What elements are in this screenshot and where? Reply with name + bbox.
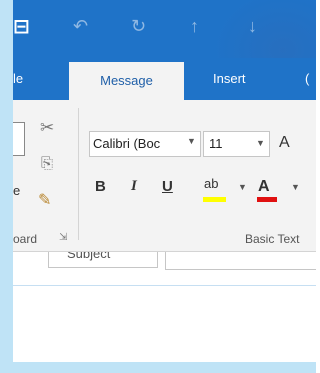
title-bar: ⊟ ↶ ↻ ↑ ↓ [13,0,316,58]
chevron-down-icon[interactable]: ▼ [291,182,300,192]
font-color-swatch [257,197,277,202]
dialog-launcher-icon[interactable]: ⇲ [59,232,67,243]
paste-button-label[interactable]: e [13,183,20,198]
window-frame-bottom [0,362,316,373]
copy-icon[interactable]: ⎘ [41,155,53,172]
chevron-down-icon: ▼ [187,136,196,146]
grow-font-button[interactable]: A [279,134,290,152]
basic-text-group-label: Basic Text [245,232,300,246]
underline-button[interactable]: U [162,178,173,195]
font-size-value: 11 [209,136,223,151]
cut-icon[interactable]: ✂ [40,118,54,138]
group-separator [78,108,79,240]
message-body[interactable] [13,286,316,362]
tab-message[interactable]: Message [69,62,184,100]
font-color-button[interactable]: A [258,178,270,196]
paste-icon[interactable] [13,122,25,156]
up-arrow-icon[interactable]: ↑ [190,16,199,37]
highlight-color-swatch [203,197,226,202]
italic-button[interactable]: I [131,178,137,195]
down-arrow-icon[interactable]: ↓ [248,16,257,37]
font-name-value: Calibri (Boc [93,136,161,151]
tab-insert[interactable]: Insert [213,58,246,100]
redo-icon[interactable]: ↻ [131,16,146,37]
font-name-dropdown[interactable]: Calibri (Boc ▼ [89,131,201,157]
bold-button[interactable]: B [95,178,106,195]
subject-field[interactable] [165,252,316,270]
tab-file[interactable]: le [13,58,23,100]
format-painter-icon[interactable]: ✎ [38,190,51,210]
font-size-dropdown[interactable]: 11 ▼ [203,131,270,157]
undo-icon[interactable]: ↶ [73,16,88,37]
outlook-app-icon[interactable]: ⊟ [13,14,30,39]
window-frame-left [0,0,13,373]
title-bar-glow [213,0,316,58]
highlight-button[interactable]: ab [204,176,218,191]
chevron-down-icon: ▼ [256,138,265,148]
clipboard-group-label: oard [13,232,38,246]
tab-options[interactable]: ( [305,58,309,100]
ribbon [13,100,316,252]
chevron-down-icon[interactable]: ▼ [238,182,247,192]
